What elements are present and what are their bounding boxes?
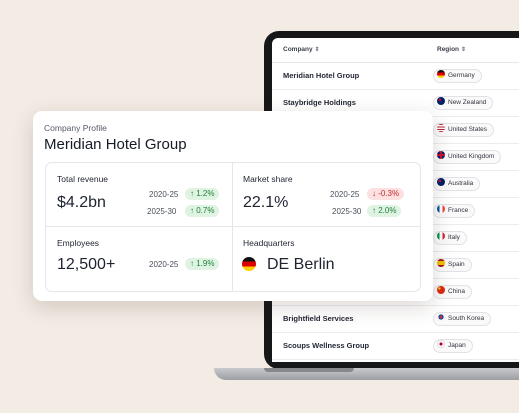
headquarters-value: DE Berlin <box>267 256 335 273</box>
region-badge: South Korea <box>433 312 492 326</box>
region-label: South Korea <box>448 315 485 322</box>
region-badge: Spain <box>433 258 472 272</box>
region-badge: Japan <box>433 339 473 353</box>
region-label: New Zealand <box>448 99 487 106</box>
table-row[interactable]: Scoups Wellness Group Japan <box>272 332 519 360</box>
growth-badge: ↑ 2.0% <box>367 205 402 217</box>
growth-badge: ↑ 1.2% <box>185 188 220 200</box>
region-badge: France <box>433 204 476 218</box>
france-flag-icon <box>437 205 445 213</box>
region-label: Italy <box>448 234 460 241</box>
south-korea-flag-icon <box>437 313 445 321</box>
employees-label: Employees <box>57 238 100 248</box>
laptop-base <box>214 368 519 380</box>
period-label: 2020-25 <box>149 190 179 199</box>
period-label: 2025-30 <box>147 207 177 216</box>
region-badge: United Kingdom <box>433 150 502 164</box>
australia-flag-icon <box>437 178 445 186</box>
column-header-region[interactable]: Region ⇕ <box>437 46 466 53</box>
region-badge: China <box>433 285 472 299</box>
company-profile-card: Company Profile Meridian Hotel Group Tot… <box>33 111 433 301</box>
table-row[interactable]: Meridian Hotel Group Germany <box>272 62 519 90</box>
table-header: Company ⇕ Region ⇕ <box>272 38 519 63</box>
growth-badge: ↑ 1.9% <box>185 258 220 270</box>
region-badge: Australia <box>433 177 481 191</box>
japan-flag-icon <box>437 340 445 348</box>
total-revenue-label: Total revenue <box>57 174 109 184</box>
column-header-region-label: Region <box>437 46 460 53</box>
laptop-notch <box>264 368 354 372</box>
germany-flag-icon <box>242 257 256 271</box>
region-label: Spain <box>448 261 465 268</box>
region-badge: United States <box>433 123 495 137</box>
market-share-value: 22.1% <box>243 194 289 211</box>
company-name[interactable]: Staybridge Holdings <box>283 98 356 107</box>
region-label: United States <box>448 126 488 133</box>
column-header-company[interactable]: Company ⇕ <box>283 46 320 53</box>
period-label: 2020-25 <box>149 260 179 269</box>
united-kingdom-flag-icon <box>437 151 445 159</box>
region-badge: Italy <box>433 231 467 245</box>
region-label: Germany <box>448 72 475 79</box>
region-label: Japan <box>448 342 466 349</box>
italy-flag-icon <box>437 232 445 240</box>
company-name[interactable]: Scoups Wellness Group <box>283 341 369 350</box>
company-name[interactable]: Brightfield Services <box>283 314 353 323</box>
table-row[interactable]: Brightfield Services South Korea <box>272 305 519 333</box>
region-badge: New Zealand <box>433 96 494 110</box>
card-title: Meridian Hotel Group <box>44 136 187 153</box>
new-zealand-flag-icon <box>437 97 445 105</box>
period-label: 2020-25 <box>330 190 360 199</box>
total-revenue-value: $4.2bn <box>57 194 106 211</box>
metrics-grid: Total revenue $4.2bn 2020-25 ↑ 1.2% 2025… <box>45 162 421 292</box>
region-label: China <box>448 288 465 295</box>
spain-flag-icon <box>437 259 445 267</box>
market-share-label: Market share <box>243 174 293 184</box>
divider <box>232 163 233 291</box>
growth-badge: ↑ 0.7% <box>185 205 220 217</box>
card-subtitle: Company Profile <box>44 123 107 133</box>
china-flag-icon <box>437 286 445 294</box>
region-label: Australia <box>448 180 474 187</box>
period-label: 2025-30 <box>332 207 362 216</box>
sort-icon[interactable]: ⇕ <box>315 47 320 53</box>
employees-value: 12,500+ <box>57 256 116 273</box>
divider <box>46 226 420 227</box>
sort-icon[interactable]: ⇕ <box>461 47 466 53</box>
region-label: France <box>448 207 469 214</box>
germany-flag-icon <box>437 70 445 78</box>
company-name[interactable]: Meridian Hotel Group <box>283 71 359 80</box>
united-states-flag-icon <box>437 124 445 132</box>
headquarters-label: Headquarters <box>243 238 295 248</box>
column-header-company-label: Company <box>283 46 313 53</box>
decline-badge: ↓ -0.3% <box>367 188 405 200</box>
region-badge: Germany <box>433 69 482 83</box>
region-label: United Kingdom <box>448 153 495 160</box>
